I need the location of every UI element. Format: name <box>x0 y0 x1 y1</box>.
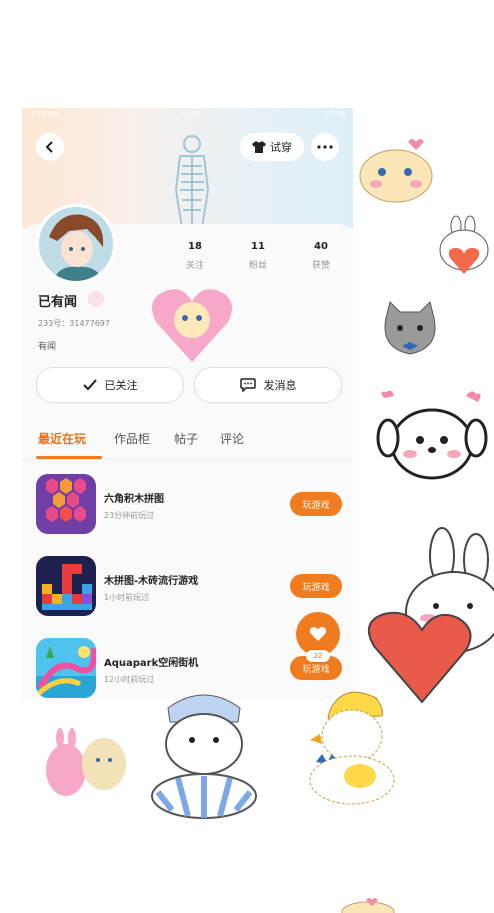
status-left: 8:18 HD <box>30 110 59 118</box>
tryon-button[interactable]: 试穿 <box>240 133 304 161</box>
game-title: Aquapark空闲街机 <box>104 658 199 669</box>
game-icon-blocks <box>36 556 96 616</box>
game-title: 六角积木拼图 <box>104 494 164 505</box>
stat-value: 11 <box>251 241 265 252</box>
profile-name: 已有闻 <box>38 295 78 310</box>
like-count-badge: 22 <box>306 650 330 662</box>
followed-button[interactable]: 已关注 <box>36 367 184 403</box>
bunny-bear-pair-sticker <box>46 728 126 796</box>
tabs-divider <box>22 459 353 460</box>
heart-icon <box>309 627 327 641</box>
bunny-big-heart-sticker <box>367 527 494 704</box>
avatar[interactable] <box>36 204 116 284</box>
bear-face-sticker <box>359 139 433 203</box>
play-game-button[interactable]: 玩游戏 <box>290 574 342 598</box>
game-time: 1小时前玩过 <box>104 593 150 602</box>
badge-icon <box>88 291 104 307</box>
stat-followers[interactable]: 11 粉丝 <box>238 241 278 271</box>
tab-recent[interactable]: 最近在玩 <box>38 430 86 447</box>
bottom-sticker <box>341 898 395 913</box>
tryon-label: 试穿 <box>270 141 292 154</box>
tab-comments[interactable]: 评论 <box>220 430 244 447</box>
bear-heart-sticker <box>152 289 232 362</box>
stat-value: 40 <box>314 241 328 252</box>
duck-sticker <box>309 691 395 805</box>
more-button[interactable] <box>311 133 339 161</box>
play-game-button[interactable]: 玩游戏 <box>290 492 342 516</box>
status-time: 11:17 <box>180 110 201 118</box>
avatar-mannequin <box>174 135 210 229</box>
puppy-sticker <box>376 390 488 480</box>
status-bar: 8:18 HD 11:17 5G 98 <box>30 110 345 120</box>
game-icon-hex <box>36 474 96 534</box>
stat-following[interactable]: 18 关注 <box>175 241 215 271</box>
stat-label: 获赞 <box>311 261 330 271</box>
message-button[interactable]: 发消息 <box>194 367 342 403</box>
profile-tabs: 最近在玩 作品柜 帖子 评论 <box>22 430 353 459</box>
game-time: 23分钟前玩过 <box>104 511 155 520</box>
stat-label: 粉丝 <box>248 261 267 271</box>
back-button[interactable] <box>36 133 64 161</box>
profile-bio: 有闻 <box>38 342 57 352</box>
chat-bubble-icon <box>239 378 256 392</box>
message-label: 发消息 <box>263 379 297 392</box>
tab-works[interactable]: 作品柜 <box>114 430 150 447</box>
status-right: 5G 98 <box>323 110 345 118</box>
game-icon-aquapark <box>36 638 96 698</box>
stat-label: 关注 <box>185 261 204 271</box>
chevron-left-icon <box>45 141 53 153</box>
game-title: 木拼图-木砖流行游戏 <box>104 576 199 587</box>
tab-posts[interactable]: 帖子 <box>174 430 198 447</box>
phone-screen: 8:18 HD 11:17 5G 98 试穿 最近在玩 作品柜 帖子 评论 六角… <box>22 108 353 700</box>
cat-sticker <box>384 301 436 355</box>
bunny-heart-sticker <box>439 215 489 274</box>
stat-likes[interactable]: 40 获赞 <box>301 241 341 271</box>
bear-swim-ring-sticker <box>151 694 257 819</box>
game-row[interactable]: 木拼图-木砖流行游戏 1小时前玩过 玩游戏 <box>22 556 353 626</box>
profile-uid: 233号：31477697 <box>38 319 110 328</box>
more-icon <box>317 145 333 149</box>
stat-value: 18 <box>188 241 202 252</box>
game-row[interactable]: 六角积木拼图 23分钟前玩过 玩游戏 <box>22 474 353 544</box>
checkmark-icon <box>82 379 97 391</box>
followed-label: 已关注 <box>104 379 138 392</box>
tshirt-icon <box>252 141 266 153</box>
game-time: 12小时前玩过 <box>104 675 155 684</box>
